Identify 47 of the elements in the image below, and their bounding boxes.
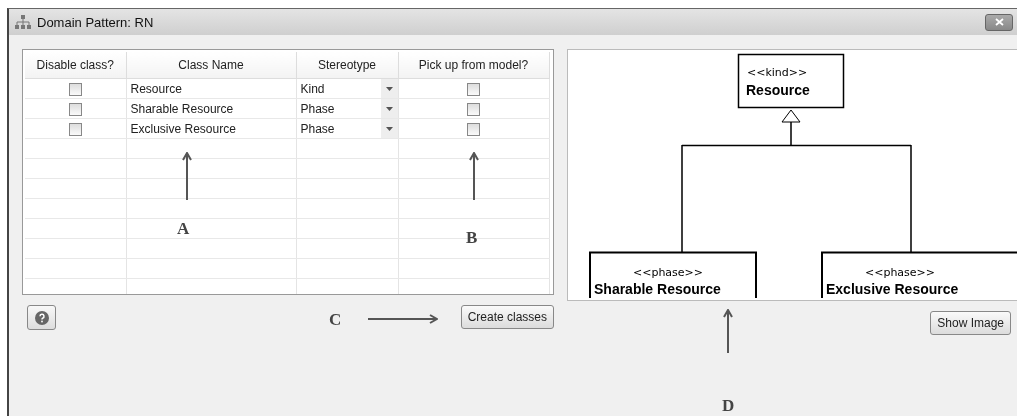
class-name: Exclusive Resource — [826, 281, 959, 297]
dropdown-button[interactable] — [380, 99, 398, 118]
class-node[interactable] — [737, 53, 845, 109]
table-cell: Phase — [300, 121, 335, 136]
annotation-label: B — [466, 228, 478, 248]
column-header[interactable]: Disable class? — [25, 52, 126, 79]
show-image-button[interactable]: Show Image — [930, 311, 1011, 335]
up-arrow — [723, 309, 733, 353]
up-arrow — [182, 152, 192, 200]
table-cell: Resource — [130, 81, 182, 96]
checkbox[interactable] — [467, 82, 480, 96]
stereotype-label: <<phase>> — [632, 266, 704, 279]
right-arrow — [368, 314, 438, 324]
checkbox[interactable] — [467, 122, 480, 136]
window-title: Domain Pattern: RN — [37, 14, 155, 30]
annotation-label: D — [722, 396, 735, 416]
create-classes-button[interactable]: Create classes — [460, 305, 554, 329]
class-node[interactable] — [821, 251, 1017, 298]
up-arrow — [469, 152, 479, 200]
checkbox[interactable] — [68, 102, 82, 116]
caret-icon — [385, 106, 393, 111]
checkbox[interactable] — [68, 82, 82, 96]
stereotype-label: <<kind>> — [747, 66, 808, 79]
column-header[interactable]: Pick up from model? — [398, 52, 549, 79]
question-mark-icon — [34, 310, 49, 325]
annotation-label: C — [329, 310, 342, 330]
table-cell: Kind — [300, 81, 325, 96]
dropdown-button[interactable] — [380, 119, 398, 138]
checkbox[interactable] — [467, 102, 480, 116]
stereotype-label: <<phase>> — [864, 266, 936, 279]
caret-icon — [385, 86, 393, 91]
table-cell: Phase — [300, 101, 335, 116]
class-name: Resource — [746, 82, 810, 98]
dropdown-button[interactable] — [380, 79, 398, 98]
help-button[interactable] — [27, 305, 56, 330]
column-header[interactable]: Stereotype — [296, 52, 398, 79]
class-node[interactable] — [589, 251, 757, 298]
close-button[interactable] — [985, 13, 1013, 31]
annotation-label: A — [177, 219, 190, 239]
table-cell: Exclusive Resource — [130, 121, 236, 136]
close-icon — [994, 18, 1004, 26]
caret-icon — [385, 126, 393, 131]
checkbox[interactable] — [68, 122, 82, 136]
class-name: Sharable Resource — [594, 281, 721, 297]
table-cell: Sharable Resource — [130, 101, 234, 116]
column-header[interactable]: Class Name — [126, 52, 296, 79]
hierarchy-icon — [15, 15, 31, 29]
